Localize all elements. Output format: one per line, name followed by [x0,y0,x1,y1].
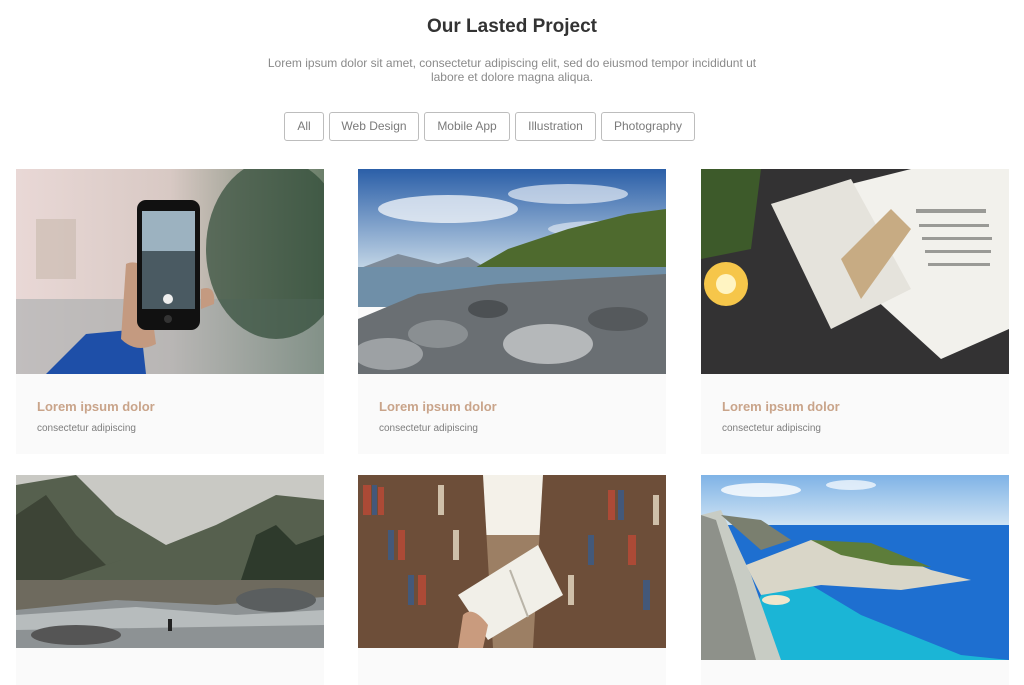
project-image-forest-river [16,475,324,648]
project-card[interactable] [16,475,324,685]
filter-illustration-button[interactable]: Illustration [515,112,596,141]
project-card[interactable] [358,475,666,685]
page-title: Our Lasted Project [427,16,597,37]
project-image-library [358,475,666,648]
project-card[interactable]: Lorem ipsum dolor consectetur adipiscing [16,169,324,454]
project-title[interactable]: Lorem ipsum dolor [722,399,840,414]
project-image-turquoise-bay [701,475,1009,660]
project-description: consectetur adipiscing [722,423,821,434]
project-description: consectetur adipiscing [379,423,478,434]
filter-web-design-button[interactable]: Web Design [329,112,419,141]
project-image-phone [16,169,324,374]
filter-mobile-app-button[interactable]: Mobile App [424,112,510,141]
project-title[interactable]: Lorem ipsum dolor [37,399,155,414]
project-image-seashore [358,169,666,374]
page-subtitle: Lorem ipsum dolor sit amet, consectetur … [267,56,757,84]
project-card[interactable]: Lorem ipsum dolor consectetur adipiscing [358,169,666,454]
project-title[interactable]: Lorem ipsum dolor [379,399,497,414]
filter-all-button[interactable]: All [284,112,324,141]
filter-photography-button[interactable]: Photography [601,112,695,141]
project-description: consectetur adipiscing [37,423,136,434]
project-card[interactable]: Lorem ipsum dolor consectetur adipiscing [701,169,1009,454]
project-image-book-candle [701,169,1009,374]
project-card[interactable] [701,475,1009,685]
filter-bar: All Web Design Mobile App Illustration P… [0,112,1024,141]
